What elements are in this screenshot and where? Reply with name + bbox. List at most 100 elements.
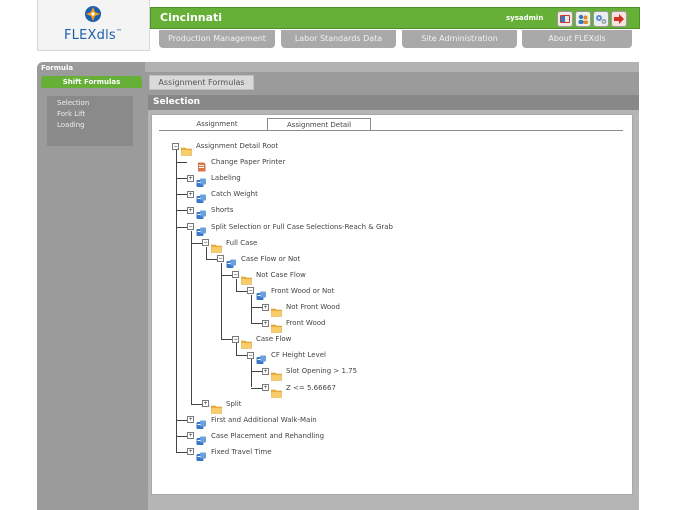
expand-toggle[interactable]: + [262, 367, 269, 375]
selection-panel: Selection Assignment Assignment Detail −… [148, 95, 639, 510]
tree-node[interactable]: + First and Additional Walk-Main [187, 413, 317, 429]
tree-node[interactable]: + Shorts [187, 203, 233, 220]
tree-node-label: Fixed Travel Time [211, 447, 272, 456]
collapse-toggle[interactable]: − [232, 335, 239, 343]
tree-node[interactable]: + Split [202, 397, 242, 414]
assignment-tree: − Assignment Detail Root Change Paper Prin… [152, 115, 634, 496]
tree-node-label: Z <= 5.66667 [286, 383, 336, 392]
nav-tab-labor-standards-data[interactable]: Labor Standards Data [281, 30, 396, 48]
panel-content: Assignment Assignment Detail − Assignment… [151, 114, 633, 495]
tree-connector [191, 230, 192, 404]
tree-node[interactable]: Change Paper Printer [187, 155, 285, 172]
folder-icon [211, 399, 222, 414]
tree-connector [176, 162, 187, 164]
tree-connector [206, 258, 217, 260]
tab-shift-formulas[interactable]: Shift Formulas [41, 76, 142, 88]
logout-icon[interactable] [611, 11, 627, 27]
tree-connector [176, 178, 187, 180]
collapse-toggle[interactable]: − [202, 239, 209, 247]
formula-icon [196, 189, 207, 204]
tree-connector [221, 274, 232, 276]
tree-node-label: Front Wood or Not [271, 286, 335, 295]
tree-node-label: Case Placement and Rehandling [211, 431, 325, 440]
tree-node-label: Full Case [226, 238, 258, 247]
formula-icon [256, 350, 267, 365]
tree-node[interactable]: + Fixed Travel Time [187, 445, 272, 461]
expand-toggle[interactable]: + [187, 206, 194, 214]
tree-node[interactable]: − Case Flow or Not [217, 252, 301, 268]
tree-connector [251, 387, 262, 389]
tree-node-label: Split Selection or Full Case Selections-… [211, 222, 393, 231]
tree-node[interactable]: + Front Wood [262, 316, 325, 333]
expand-toggle[interactable]: + [187, 190, 194, 198]
formula-icon [196, 222, 207, 236]
tree-node-label: First and Additional Walk-Main [211, 415, 317, 424]
tree-node[interactable]: + Z <= 5.66667 [262, 381, 336, 398]
tree-node[interactable]: + Not Front Wood [262, 300, 340, 317]
formula-icon [256, 286, 267, 300]
folder-icon [181, 141, 192, 156]
formula-frame: Formula Shift Formulas Assignment Formul… [37, 62, 639, 510]
folder-icon [271, 302, 282, 317]
tree-node[interactable]: − Split Selection or Full Case Selections… [187, 220, 393, 236]
expand-toggle[interactable]: + [202, 400, 209, 408]
tree-connector [176, 451, 187, 453]
tree-node[interactable]: + Labeling [187, 171, 241, 188]
formula-icon [196, 173, 207, 188]
collapse-toggle[interactable]: − [187, 223, 194, 230]
sidebar-item-loading[interactable]: Loading [47, 120, 133, 131]
tree-node[interactable]: − Assignment Detail Root [172, 139, 278, 156]
tree-connector [176, 226, 187, 228]
collapse-toggle[interactable]: − [217, 255, 224, 263]
expand-toggle[interactable]: + [187, 448, 194, 456]
expand-toggle[interactable]: + [262, 384, 269, 391]
expand-toggle[interactable]: + [262, 303, 269, 311]
tree-node-label: CF Height Level [271, 351, 326, 360]
expand-toggle[interactable]: + [262, 319, 269, 327]
folder-icon [241, 270, 252, 285]
panel-title: Selection [148, 95, 639, 110]
app-window: FLEXdls™ Cincinnati sysadmin Production … [0, 0, 678, 510]
nav-tab-about[interactable]: About FLEXdls [522, 30, 632, 48]
tree-node[interactable]: + Case Placement and Rehandling [187, 429, 325, 445]
tree-node[interactable]: + Slot Opening > 1.75 [262, 364, 357, 382]
logo-mark-icon [85, 6, 101, 22]
tree-connector [251, 323, 262, 325]
tree-node[interactable]: + Catch Weight [187, 187, 258, 204]
nav-tab-production-management[interactable]: Production Management [159, 30, 275, 48]
expand-toggle[interactable]: + [187, 432, 194, 440]
gears-icon[interactable] [593, 11, 609, 27]
formula-icon [196, 205, 207, 220]
formula-icon [196, 415, 207, 429]
tree-node-label: Split [226, 399, 242, 408]
tree-connector [221, 339, 232, 341]
tree-node-label: Catch Weight [211, 190, 258, 199]
tree-node-label: Labeling [211, 174, 241, 183]
tree-node-label: Case Flow [256, 335, 292, 344]
sidebar-item-fork-lift[interactable]: Fork Lift [47, 109, 133, 120]
tree-node[interactable]: − Front Wood or Not [247, 284, 335, 300]
formula-icon [196, 431, 207, 445]
tree-node[interactable]: − CF Height Level [247, 348, 326, 365]
book-icon[interactable] [557, 11, 573, 27]
tree-node-label: Not Case Flow [256, 270, 306, 279]
expand-toggle[interactable]: + [187, 174, 194, 182]
collapse-toggle[interactable]: − [232, 271, 239, 279]
tree-connector [176, 435, 187, 437]
tab-assignment-formulas[interactable]: Assignment Formulas [149, 75, 254, 90]
sidebar-item-selection[interactable]: Selection [47, 98, 133, 109]
expand-toggle[interactable]: + [187, 416, 194, 424]
collapse-toggle[interactable]: − [247, 287, 254, 295]
nav-tab-site-administration[interactable]: Site Administration [402, 30, 517, 48]
tree-node[interactable]: − Full Case [202, 236, 258, 253]
folder-icon [211, 238, 222, 253]
collapse-toggle[interactable]: − [172, 142, 179, 150]
tree-node-label: Case Flow or Not [241, 254, 301, 263]
tree-node[interactable]: − Case Flow [232, 332, 292, 349]
tree-node[interactable]: − Not Case Flow [232, 268, 306, 285]
people-icon[interactable] [575, 11, 591, 27]
collapse-toggle[interactable]: − [247, 351, 254, 359]
tree-connector [236, 290, 247, 292]
logo[interactable]: FLEXdls™ [37, 0, 150, 51]
tree-connector [176, 419, 187, 421]
